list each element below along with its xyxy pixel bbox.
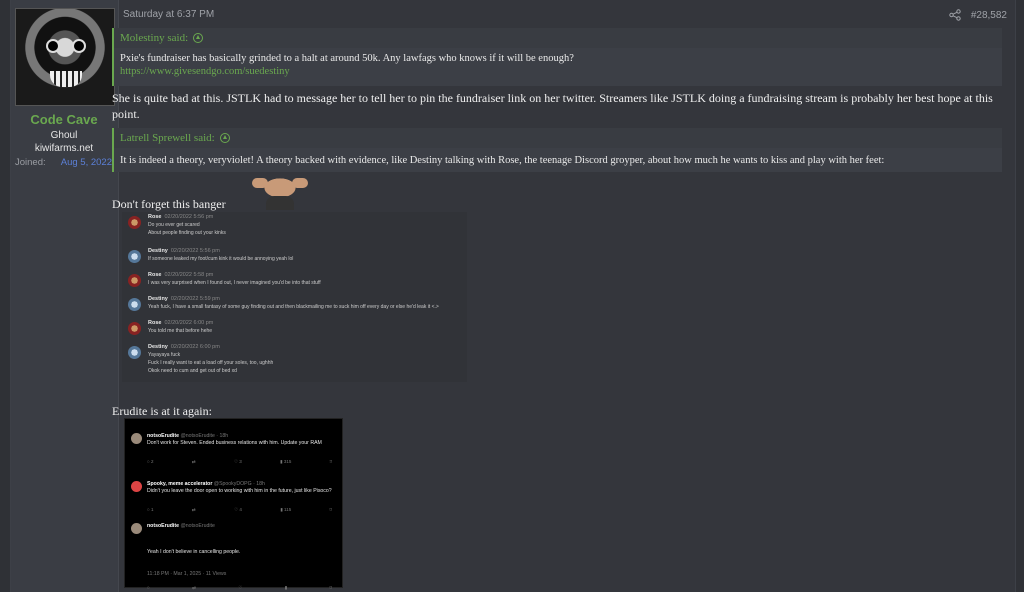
discord-message-text: Do you ever get scared xyxy=(148,222,200,228)
discord-username: Destiny 02/20/2022 5:59 pm xyxy=(148,296,220,302)
views-icon[interactable]: ▮ xyxy=(285,585,287,591)
discord-message-text: Fuck I really want to eat a load off you… xyxy=(148,360,274,366)
discord-message-text: You told me that before hehe xyxy=(148,328,213,334)
reply-icon[interactable]: ○ 1 xyxy=(147,507,153,513)
tweet-text: Didn't you leave the door open to workin… xyxy=(147,488,332,494)
discord-avatar xyxy=(128,274,141,287)
tweet-author: notsoErudite @notsoErudite · 18h xyxy=(147,433,229,439)
tweet-text: Yeah I don't believe in cancelling peopl… xyxy=(147,549,241,555)
discord-timestamp: 02/20/2022 5:58 pm xyxy=(164,272,214,278)
discord-message-text: Okok need to cum and get out of bed xd xyxy=(148,368,237,374)
like-icon[interactable]: ♡ 4 xyxy=(234,507,242,513)
discord-username: Destiny 02/20/2022 5:56 pm xyxy=(148,248,220,254)
like-icon[interactable]: ♡ xyxy=(238,585,242,591)
discord-timestamp: 02/20/2022 5:56 pm xyxy=(170,248,220,254)
discord-message-text: If someone leaked my foot/cum kink it wo… xyxy=(148,256,294,262)
avatar[interactable] xyxy=(15,8,115,106)
post-meta: #28,582 xyxy=(949,9,1007,21)
discord-timestamp: 02/20/2022 5:56 pm xyxy=(164,214,214,220)
jump-to-quote-icon[interactable] xyxy=(193,33,204,43)
shirt-shape xyxy=(266,196,294,210)
user-sidebar: Code Cave Ghoul kiwifarms.net Joined: Au… xyxy=(11,0,119,592)
joined-date: Aug 5, 2022 xyxy=(60,157,112,168)
tweet-text: Don't work for Steven. Ended business re… xyxy=(147,440,322,446)
quote-author[interactable]: Latrell Sprewell said: xyxy=(120,132,215,144)
tweet-screenshot[interactable]: notsoErudite @notsoErudite · 18h Don't wo… xyxy=(124,418,343,591)
quote-body: It is indeed a theory, veryviolet! A the… xyxy=(114,148,1002,171)
retweet-icon[interactable]: ⇄ xyxy=(192,459,196,465)
avatar-mouth xyxy=(50,71,82,87)
discord-avatar xyxy=(128,250,141,263)
avatar-eye xyxy=(72,39,86,53)
post-number[interactable]: #28,582 xyxy=(971,10,1007,21)
quote-body: Pxie's fundraiser has basically grinded … xyxy=(114,48,1002,82)
post-date[interactable]: Saturday at 6:37 PM xyxy=(123,9,214,20)
discord-message-text: Yayayaya fuck xyxy=(148,352,181,358)
user-banner: kiwifarms.net xyxy=(34,143,94,154)
discord-username: Rose 02/20/2022 5:58 pm xyxy=(148,272,214,278)
joined-label: Joined: xyxy=(15,157,46,168)
tweet-avatar xyxy=(131,523,142,534)
post-paragraph: She is quite bad at this. JSTLK had to m… xyxy=(112,91,993,121)
discord-timestamp: 02/20/2022 5:59 pm xyxy=(170,296,220,302)
tweet-actions: ○ 2 ⇄ ♡ 3 ▮ 315 ⌑ xyxy=(147,459,332,465)
tweet-handle: @SpookyDOPG · 18h xyxy=(213,481,265,487)
discord-username: Rose 02/20/2022 5:56 pm xyxy=(148,214,214,220)
discord-username: Destiny 02/20/2022 6:00 pm xyxy=(148,344,220,350)
discord-avatar xyxy=(128,216,141,229)
jump-to-quote-icon[interactable] xyxy=(219,133,230,143)
fundraiser-link[interactable]: https://www.givesendgo.com/suedestiny xyxy=(120,66,290,77)
views-icon[interactable]: ▮ 315 xyxy=(280,459,291,465)
page: Code Cave Ghoul kiwifarms.net Joined: Au… xyxy=(0,0,1024,592)
discord-timestamp: 02/20/2022 6:00 pm xyxy=(170,344,220,350)
reply-icon[interactable]: ○ xyxy=(147,585,150,591)
discord-username: Rose 02/20/2022 6:00 pm xyxy=(148,320,214,326)
tweet-author: notsoErudite @notsoErudite xyxy=(147,523,215,529)
quote-block: Latrell Sprewell said: It is indeed a th… xyxy=(112,128,1002,172)
discord-screenshot[interactable]: Rose 02/20/2022 5:56 pm Do you ever get sc… xyxy=(122,212,467,382)
tweet-author: Spooky, meme accelerator @SpookyDOPG · 1… xyxy=(147,481,265,487)
retweet-icon[interactable]: ⇄ xyxy=(192,585,196,591)
reply-icon[interactable]: ○ 2 xyxy=(147,459,153,465)
username[interactable]: Code Cave xyxy=(11,112,117,127)
quote-header[interactable]: Latrell Sprewell said: xyxy=(114,128,1002,148)
tweet-handle: @notsoErudite · 18h xyxy=(180,433,229,439)
discord-avatar xyxy=(128,346,141,359)
like-icon[interactable]: ♡ 3 xyxy=(234,459,242,465)
tweet-avatar xyxy=(131,481,142,492)
erudite-text: Erudite is at it again: xyxy=(112,404,212,418)
tweet-actions: ○ 1 ⇄ ♡ 4 ▮ 115 ⌑ xyxy=(147,507,332,513)
tweet-avatar xyxy=(131,433,142,444)
retweet-icon[interactable]: ⇄ xyxy=(192,507,196,513)
bookmark-icon[interactable]: ⌑ xyxy=(330,507,332,513)
user-title: Ghoul xyxy=(50,130,78,141)
quote-text: It is indeed a theory, veryviolet! A the… xyxy=(120,155,885,166)
share-icon[interactable] xyxy=(949,9,961,21)
views-icon[interactable]: ▮ 115 xyxy=(280,507,291,513)
quote-author[interactable]: Molestiny said: xyxy=(120,32,188,44)
discord-avatar xyxy=(128,322,141,335)
tweet-handle: @notsoErudite xyxy=(180,523,215,529)
quote-header[interactable]: Molestiny said: xyxy=(114,28,1002,48)
bookmark-icon[interactable]: ⌑ xyxy=(330,585,332,591)
discord-message-text: I was very surprised when I found out, I… xyxy=(148,280,321,286)
discord-message-text: About people finding out your kinks xyxy=(148,230,226,236)
quote-text: Pxie's fundraiser has basically grinded … xyxy=(120,53,574,64)
hand-shape xyxy=(292,178,308,188)
meme-emoji xyxy=(244,176,316,210)
discord-avatar xyxy=(128,298,141,311)
hand-shape xyxy=(252,178,268,188)
avatar-eye xyxy=(46,39,60,53)
quote-block: Molestiny said: Pxie's fundraiser has ba… xyxy=(112,28,1002,86)
tweet-actions: ○ ⇄ ♡ ▮ ⌑ xyxy=(147,585,332,591)
discord-timestamp: 02/20/2022 6:00 pm xyxy=(164,320,214,326)
discord-message-text: Yeah fuck, I have a small fantasy of som… xyxy=(148,304,439,310)
bookmark-icon[interactable]: ⌑ xyxy=(330,459,332,465)
tweet-timestamp: 11:18 PM · Mar 1, 2025 · 11 Views xyxy=(147,571,227,577)
